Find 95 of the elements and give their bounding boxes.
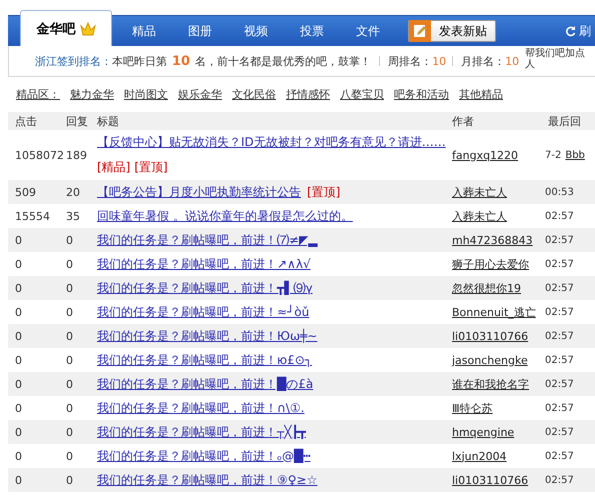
weekly-rank-number: 10 <box>432 54 446 68</box>
last-reply-time: 02:57 <box>545 258 574 270</box>
new-post-button[interactable]: 发表新贴 <box>408 20 496 42</box>
reply-count: 0 <box>66 378 73 390</box>
reply-count: 0 <box>66 258 73 270</box>
thread-title-link[interactable]: 我们的任务是？刷帖曝吧，前进！ю£⊙┐ <box>97 352 312 368</box>
forum-tab[interactable]: 金华吧 <box>20 10 112 46</box>
column-header: 标题 <box>97 114 119 128</box>
click-count: 0 <box>15 354 22 366</box>
click-count: 0 <box>15 330 22 342</box>
reply-count: 0 <box>66 306 73 318</box>
last-reply-time: 02:57 <box>545 378 574 390</box>
last-reply-time: 02:57 <box>545 282 574 294</box>
thread-tag[interactable]: [置顶] <box>134 159 168 176</box>
author-link[interactable]: fangxq1220 <box>452 148 518 162</box>
pencil-icon <box>409 20 431 42</box>
author-link[interactable]: 狮子用心去爱你 <box>452 256 529 272</box>
click-count: 0 <box>15 426 22 438</box>
column-header: 点击 <box>15 114 37 128</box>
reply-count: 0 <box>66 474 73 486</box>
thread-tag[interactable]: [精品] <box>97 159 130 176</box>
reply-count: 189 <box>66 148 87 162</box>
featured-label[interactable]: 精品区： <box>16 87 60 102</box>
author-link[interactable]: jasonchengke <box>452 354 528 366</box>
thread-title-link[interactable]: 我们的任务是？刷帖曝吧，前进！≈┘òǔ <box>97 304 310 320</box>
click-count: 0 <box>15 258 22 270</box>
last-reply-time: 02:57 <box>545 306 574 318</box>
reply-count: 0 <box>66 426 73 438</box>
click-count: 0 <box>15 450 22 462</box>
click-count: 0 <box>15 402 22 414</box>
thread-title-link[interactable]: 我们的任务是？刷帖曝吧，前进！↗∧λ√ <box>97 256 311 272</box>
category-link[interactable]: 文化民俗 <box>232 87 276 102</box>
forum-tab[interactable]: 视频 <box>228 18 284 44</box>
rank-number: 10 <box>172 54 190 68</box>
refresh-link[interactable]: 刷 <box>565 23 591 40</box>
reply-count: 0 <box>66 450 73 462</box>
last-reply-time: 7-2 <box>545 150 562 160</box>
author-link[interactable]: Ⅲ特仑苏 <box>452 400 493 416</box>
category-link[interactable]: 娱乐金华 <box>178 87 222 102</box>
thread-title-link[interactable]: 【反馈中心】贴无故消失？ID无故被封？对吧务有意见？请进…… <box>97 134 446 151</box>
last-reply-time: 02:57 <box>545 210 574 222</box>
thread-tag[interactable]: [置顶] <box>307 184 340 200</box>
category-link[interactable]: 抒情感怀 <box>286 87 330 102</box>
refresh-icon <box>565 26 576 37</box>
column-header: 最后回 <box>548 114 581 128</box>
reply-count: 0 <box>66 354 73 366</box>
category-link[interactable]: 时尚图文 <box>124 87 168 102</box>
rank-text: 本吧昨日第 <box>112 54 167 68</box>
reply-count: 0 <box>66 282 73 294</box>
forum-tab[interactable]: 投票 <box>284 18 340 44</box>
rank-label: 浙江签到排名： <box>35 54 112 68</box>
last-reply-time: 02:57 <box>545 450 574 462</box>
forum-tab[interactable]: 文件 <box>340 18 396 44</box>
monthly-rank-label: 月排名： <box>461 54 506 68</box>
click-count: 0 <box>15 378 22 390</box>
reply-count: 35 <box>66 210 80 222</box>
click-count: 0 <box>15 282 22 294</box>
author-link[interactable]: 入葬未亡人 <box>452 208 507 224</box>
thread-title-link[interactable]: 我们的任务是？刷帖曝吧，前进！ₒ@█┅ <box>97 448 310 464</box>
category-link[interactable]: 魅力金华 <box>70 87 114 102</box>
category-link[interactable]: 吧务和活动 <box>394 87 449 102</box>
last-reply-time: 02:57 <box>545 426 574 438</box>
forum-tab[interactable]: 图册 <box>172 18 228 44</box>
click-count: 1058072 <box>15 148 64 162</box>
author-link[interactable]: lxjun2004 <box>452 450 507 462</box>
category-link[interactable]: 其他精品 <box>459 87 503 102</box>
click-count: 0 <box>15 306 22 318</box>
reply-count: 0 <box>66 330 73 342</box>
thread-title-link[interactable]: 回味童年暑假 。说说你童年的暑假是怎么过的。 <box>97 208 353 224</box>
last-reply-time: 02:57 <box>545 474 574 486</box>
rank-text: 名，前十名都是最优秀的吧，鼓掌！ <box>195 54 372 68</box>
last-reply-time: 02:57 <box>545 354 574 366</box>
click-count: 0 <box>15 234 22 246</box>
weekly-rank-label: 周排名： <box>388 54 432 68</box>
thread-title-link[interactable]: 【吧务公告】月度小吧执勤率统计公告 <box>97 184 301 200</box>
crown-icon <box>80 22 96 36</box>
click-count: 0 <box>15 474 22 486</box>
column-header: 回复 <box>66 114 88 128</box>
help-text: 帮我们吧加点人 <box>525 48 586 70</box>
author-link[interactable]: Bonnenuit_逃亡 <box>452 304 536 320</box>
click-count: 15554 <box>15 210 50 222</box>
last-reply-author[interactable]: Bbb <box>565 150 585 160</box>
monthly-rank-number: 10 <box>505 54 520 68</box>
reply-count: 0 <box>66 234 73 246</box>
thread-title-link[interactable]: 我们的任务是？刷帖曝吧，前进！∩\①. <box>97 400 304 416</box>
click-count: 509 <box>15 186 36 198</box>
last-reply-time: 00:53 <box>545 186 574 198</box>
reply-count: 20 <box>66 186 80 198</box>
last-reply-time: 02:57 <box>545 402 574 414</box>
last-reply-time: 02:57 <box>545 234 574 246</box>
category-link[interactable]: 八婺宝贝 <box>340 87 384 102</box>
column-header: 作者 <box>452 114 474 128</box>
last-reply-time: 02:57 <box>545 330 574 342</box>
forum-tab[interactable]: 精品 <box>116 18 172 44</box>
reply-count: 0 <box>66 402 73 414</box>
